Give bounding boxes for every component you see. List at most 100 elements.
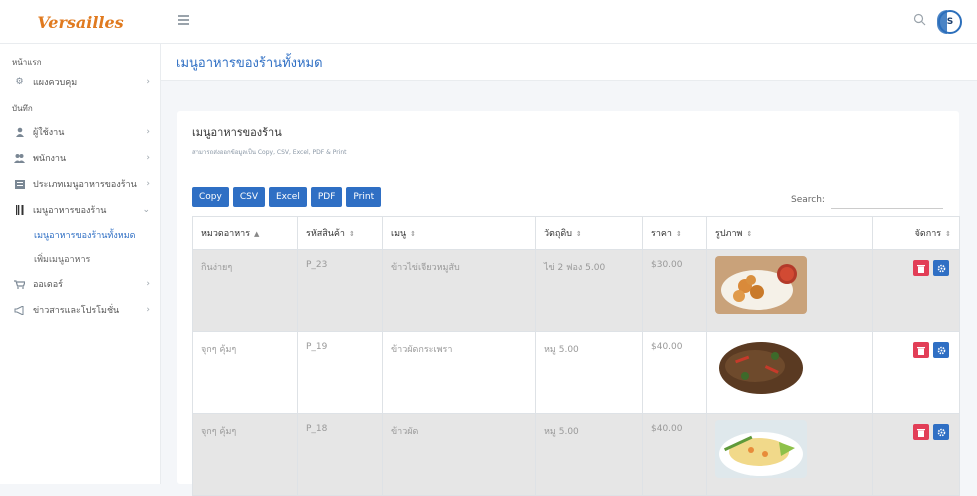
search-icon[interactable] — [913, 13, 926, 26]
cell-ingredient: หมู 5.00 — [535, 331, 643, 414]
sort-icon: ⇕ — [746, 230, 753, 238]
gear-icon — [937, 346, 945, 354]
cell-price: $40.00 — [642, 331, 707, 414]
menu-card: เมนูอาหารของร้าน สามารถส่งออกข้อมูลเป็น … — [177, 111, 960, 496]
table-row: จุกๆ คุ้มๆ P_18 ข้าวผัด หมู 5.00 $40.00 — [192, 413, 960, 496]
sidebar-heading-home: หน้าแรก — [12, 57, 42, 67]
column-header-image[interactable]: รูปภาพ ⇕ — [706, 216, 873, 250]
print-button[interactable]: Print — [346, 187, 382, 207]
trash-icon — [917, 264, 925, 273]
cell-image — [706, 413, 873, 496]
delete-button[interactable] — [913, 260, 929, 276]
column-header-actions[interactable]: จัดการ ⇕ — [872, 216, 960, 250]
sidebar-heading-records: บันทึก — [12, 103, 33, 113]
sidebar-item-label: ออเดอร์ — [33, 280, 63, 290]
column-header-price[interactable]: ราคา ⇕ — [642, 216, 707, 250]
cell-image — [706, 331, 873, 414]
csv-button[interactable]: CSV — [232, 187, 265, 207]
trash-icon — [917, 346, 925, 355]
excel-button[interactable]: Excel — [269, 187, 307, 207]
cell-code: P_18 — [297, 413, 383, 496]
sidebar-item-menus[interactable]: เมนูอาหารของร้าน ⌄ — [0, 197, 160, 223]
cell-code: P_23 — [297, 249, 383, 332]
brand-logo[interactable]: Versailles — [0, 0, 161, 44]
sidebar: หน้าแรก ⚙ แผงควบคุม › บันทึก ผู้ใช้งาน ›… — [0, 44, 161, 484]
page-title: เมนูอาหารของร้านทั้งหมด — [161, 44, 977, 81]
sidebar-item-orders[interactable]: ออเดอร์ › — [0, 271, 160, 297]
copy-button[interactable]: Copy — [192, 187, 229, 207]
search-input[interactable] — [831, 191, 943, 209]
cell-price: $30.00 — [642, 249, 707, 332]
gear-icon — [937, 264, 945, 272]
sort-icon: ⇕ — [410, 230, 417, 238]
sidebar-item-label: ข่าวสารและโปรโมชั่น — [33, 306, 120, 316]
cell-menu: ข้าวผัด — [382, 413, 536, 496]
table-header-row: หมวดอาหาร ▲ รหัสสินค้า ⇕ เมนู ⇕ วัตถุดิบ ⇕ ร… — [192, 216, 960, 250]
edit-button[interactable] — [933, 342, 949, 358]
sort-icon: ⇕ — [675, 230, 682, 238]
sidebar-subitem-all-menus[interactable]: เมนูอาหารของร้านทั้งหมด — [0, 223, 160, 247]
column-header-menu[interactable]: เมนู ⇕ — [382, 216, 536, 250]
sidebar-item-users[interactable]: ผู้ใช้งาน › — [0, 119, 160, 145]
user-icon — [14, 127, 25, 137]
pdf-button[interactable]: PDF — [310, 187, 343, 207]
sidebar-item-label: แผงควบคุม — [33, 78, 78, 88]
sidebar-item-dashboard[interactable]: ⚙ แผงควบคุม › — [0, 69, 160, 95]
chevron-right-icon: › — [146, 279, 150, 289]
search-label: Search: — [791, 195, 825, 205]
card-subtitle: สามารถส่งออกข้อมูลเป็น Copy, CSV, Excel,… — [192, 149, 347, 156]
sidebar-item-label: เมนูอาหารของร้าน — [33, 206, 107, 216]
card-title: เมนูอาหารของร้าน — [192, 126, 282, 139]
cell-image — [706, 249, 873, 332]
chevron-right-icon: › — [146, 153, 150, 163]
food-image — [715, 338, 807, 396]
column-header-code[interactable]: รหัสสินค้า ⇕ — [297, 216, 383, 250]
avatar[interactable]: S — [937, 10, 962, 34]
chevron-down-icon: ⌄ — [142, 205, 150, 215]
cell-actions — [872, 249, 960, 332]
column-header-ingredient[interactable]: วัตถุดิบ ⇕ — [535, 216, 643, 250]
chevron-right-icon: › — [146, 179, 150, 189]
sidebar-subitem-add-menu[interactable]: เพิ่มเมนูอาหาร — [0, 247, 160, 271]
cell-category: กินง่ายๆ — [192, 249, 298, 332]
cell-menu: ข้าวผัดกระเพรา — [382, 331, 536, 414]
trash-icon — [917, 428, 925, 437]
column-header-category[interactable]: หมวดอาหาร ▲ — [192, 216, 298, 250]
sort-icon: ⇕ — [945, 230, 951, 238]
cart-icon — [14, 279, 25, 289]
cell-category: จุกๆ คุ้มๆ — [192, 413, 298, 496]
edit-button[interactable] — [933, 260, 949, 276]
menu-table: หมวดอาหาร ▲ รหัสสินค้า ⇕ เมนู ⇕ วัตถุดิบ ⇕ ร… — [192, 216, 960, 496]
cutlery-icon — [14, 205, 25, 215]
cell-code: P_19 — [297, 331, 383, 414]
sidebar-item-menu-types[interactable]: ประเภทเมนูอาหารของร้าน › — [0, 171, 160, 197]
sort-asc-icon: ▲ — [254, 230, 260, 238]
delete-button[interactable] — [913, 342, 929, 358]
table-row: กินง่ายๆ P_23 ข้าวไข่เจียวหมูสับ ไข่ 2 ฟ… — [192, 249, 960, 332]
top-bar: Versailles S — [0, 0, 977, 44]
users-icon — [14, 153, 25, 163]
sidebar-item-news[interactable]: ข่าวสารและโปรโมชั่น › — [0, 297, 160, 323]
megaphone-icon — [14, 305, 25, 315]
list-icon — [14, 179, 25, 189]
cell-ingredient: หมู 5.00 — [535, 413, 643, 496]
delete-button[interactable] — [913, 424, 929, 440]
cell-price: $40.00 — [642, 413, 707, 496]
sidebar-item-label: ผู้ใช้งาน — [33, 128, 65, 138]
dashboard-icon: ⚙ — [15, 77, 24, 87]
export-toolbar: Copy CSV Excel PDF Print — [192, 187, 382, 207]
food-image — [715, 420, 807, 478]
cell-menu: ข้าวไข่เจียวหมูสับ — [382, 249, 536, 332]
food-image — [715, 256, 807, 314]
menu-toggle-icon[interactable] — [178, 15, 189, 25]
chevron-right-icon: › — [146, 305, 150, 315]
table-row: จุกๆ คุ้มๆ P_19 ข้าวผัดกระเพรา หมู 5.00 … — [192, 331, 960, 414]
sidebar-item-label: พนักงาน — [33, 154, 67, 164]
cell-category: จุกๆ คุ้มๆ — [192, 331, 298, 414]
cell-actions — [872, 331, 960, 414]
cell-actions — [872, 413, 960, 496]
sidebar-item-staff[interactable]: พนักงาน › — [0, 145, 160, 171]
gear-icon — [937, 428, 945, 436]
edit-button[interactable] — [933, 424, 949, 440]
chevron-right-icon: › — [146, 77, 150, 87]
